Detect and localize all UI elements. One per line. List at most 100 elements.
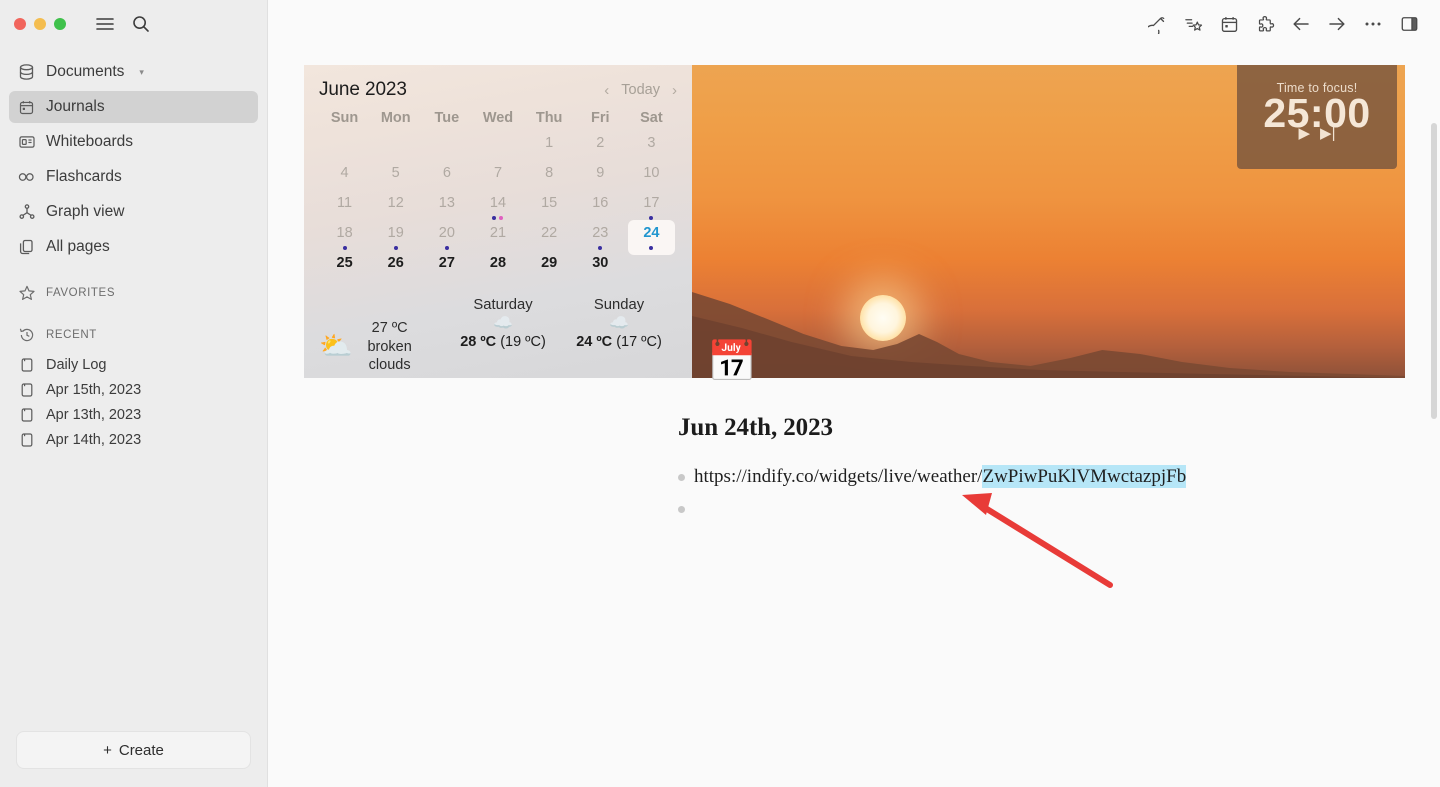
favorites-section-header[interactable]: FAVORITES	[0, 278, 267, 308]
calendar-day-cell[interactable]: 14	[472, 193, 523, 223]
recent-item-apr-14[interactable]: Apr 14th, 2023	[9, 427, 258, 452]
today-button[interactable]: Today	[621, 82, 660, 98]
prev-month-icon[interactable]: ‹	[604, 82, 609, 99]
calendar-day-number: 19	[387, 225, 404, 241]
forecast-day-label: Saturday	[473, 297, 533, 313]
forecast-high: 24 ºC	[576, 334, 613, 351]
shooting-star-icon[interactable]	[1178, 9, 1208, 39]
calendar-day-cell[interactable]: 10	[626, 163, 677, 193]
sidebar-item-journals[interactable]: Journals	[9, 91, 258, 123]
edit-pencil-icon[interactable]	[1142, 9, 1172, 39]
calendar-day-cell[interactable]: 15	[524, 193, 575, 223]
sidebar-item-all-pages[interactable]: All pages	[9, 231, 258, 263]
sidebar-item-graph-view[interactable]: Graph view	[9, 196, 258, 228]
calendar-day-cell[interactable]: 29	[524, 253, 575, 283]
sidebar-item-whiteboards[interactable]: Whiteboards	[9, 126, 258, 158]
weather-forecast-sunday: Sunday ☁️ 24 ºC (17 ºC)	[561, 297, 677, 350]
calendar-day-cell[interactable]: 21	[472, 223, 523, 253]
calendar-day-cell[interactable]: 28	[472, 253, 523, 283]
calendar-day-number: 7	[493, 165, 503, 181]
banner-photo: Time to focus! 25:00 ▶ ▶|	[692, 65, 1405, 378]
selected-text[interactable]: ZwPiwPuKlVMwctazpjFb	[982, 465, 1187, 488]
calendar-day-cell[interactable]: 2	[575, 133, 626, 163]
puzzle-piece-icon[interactable]	[1250, 9, 1280, 39]
play-icon[interactable]: ▶	[1299, 124, 1311, 142]
calendar-day-cell[interactable]: 9	[575, 163, 626, 193]
recent-item-label: Apr 14th, 2023	[46, 431, 142, 448]
pages-icon	[18, 239, 35, 256]
weather-current: ⛅ 27 ºC broken clouds	[319, 297, 445, 375]
calendar-day-number: 27	[438, 255, 455, 271]
create-button[interactable]: + Create	[16, 731, 251, 769]
calendar-day-name: Mon	[380, 110, 411, 126]
bullet-point-icon	[678, 506, 685, 513]
calendar-day-cell[interactable]: 23	[575, 223, 626, 253]
calendar-day-cell	[626, 253, 677, 283]
calendar-weather-widget[interactable]: June 2023 ‹ Today › Sun Mon Tue Wed Thu Fri Sa…	[304, 65, 692, 378]
forecast-low: (17 ºC)	[616, 334, 662, 351]
calendar-day-cell[interactable]: 25	[319, 253, 370, 283]
calendar-day-today[interactable]: 24	[626, 220, 677, 255]
calendar-day-cell[interactable]: 6	[421, 163, 472, 193]
sidebar-item-label: Documents	[46, 63, 125, 81]
infinity-icon	[18, 169, 35, 186]
calendar-day-cell[interactable]: 1	[524, 133, 575, 163]
page-icon	[18, 406, 35, 423]
skip-forward-icon[interactable]: ▶|	[1320, 124, 1335, 142]
pomodoro-timer-widget[interactable]: Time to focus! 25:00 ▶ ▶|	[1237, 65, 1397, 169]
calendar-day-number: 2	[596, 135, 605, 151]
history-icon	[18, 327, 35, 344]
calendar-day-cell[interactable]: 7	[472, 163, 523, 193]
toggle-right-sidebar-icon[interactable]	[1394, 9, 1424, 39]
close-window-button[interactable]	[14, 18, 26, 30]
sun-behind-cloud-icon: ⛅	[319, 331, 353, 362]
forecast-temp: 24 ºC (17 ºC)	[561, 334, 677, 350]
calendar-day-cell[interactable]: 22	[524, 223, 575, 253]
block-text[interactable]: https://indify.co/widgets/live/weather/Z…	[694, 464, 1187, 491]
sidebar-item-documents[interactable]: Documents ▾	[9, 56, 258, 88]
calendar-day-cell[interactable]: 26	[370, 253, 421, 283]
calendar-day-cell[interactable]: 4	[319, 163, 370, 193]
vertical-scrollbar[interactable]	[1431, 123, 1437, 419]
more-options-icon[interactable]	[1358, 9, 1388, 39]
traffic-lights[interactable]	[14, 18, 66, 30]
cloud-icon: ☁️	[609, 315, 629, 332]
calendar-day-cell[interactable]: 16	[575, 193, 626, 223]
calendar-day-cell[interactable]: 3	[626, 133, 677, 163]
calendar-day-number: 24	[643, 225, 660, 241]
calendar-day-cell[interactable]: 20	[421, 223, 472, 253]
list-item[interactable]	[678, 496, 1440, 528]
list-item[interactable]: https://indify.co/widgets/live/weather/Z…	[678, 464, 1440, 496]
mountain-ridge	[692, 292, 1405, 378]
chevron-down-icon[interactable]: ▾	[139, 67, 144, 78]
calendar-nav: ‹ Today ›	[604, 82, 677, 99]
calendar-day-cell[interactable]: 5	[370, 163, 421, 193]
window-titlebar	[0, 0, 267, 48]
calendar-day-cell[interactable]: 13	[421, 193, 472, 223]
calendar-day-number: 12	[387, 195, 404, 211]
calendar-day-cell[interactable]: 12	[370, 193, 421, 223]
maximize-window-button[interactable]	[54, 18, 66, 30]
calendar-event-dot	[444, 246, 449, 250]
hamburger-icon[interactable]	[90, 9, 120, 39]
recent-item-label: Daily Log	[46, 356, 107, 373]
calendar-day-cell[interactable]: 27	[421, 253, 472, 283]
calendar-day-cell[interactable]: 18	[319, 223, 370, 253]
calendar-day-number: 20	[438, 225, 455, 241]
sidebar-item-flashcards[interactable]: Flashcards	[9, 161, 258, 193]
recent-section-header[interactable]: RECENT	[0, 320, 267, 350]
calendar-day-cell[interactable]: 19	[370, 223, 421, 253]
calendar-day-cell[interactable]: 11	[319, 193, 370, 223]
recent-item-apr-15[interactable]: Apr 15th, 2023	[9, 377, 258, 402]
recent-item-daily-log[interactable]: Daily Log	[9, 352, 258, 377]
forward-arrow-icon[interactable]	[1322, 9, 1352, 39]
minimize-window-button[interactable]	[34, 18, 46, 30]
back-arrow-icon[interactable]	[1286, 9, 1316, 39]
calendar-icon[interactable]	[1214, 9, 1244, 39]
calendar-day-cell[interactable]: 17	[626, 193, 677, 223]
next-month-icon[interactable]: ›	[672, 82, 677, 99]
search-icon[interactable]	[126, 9, 156, 39]
recent-item-apr-13[interactable]: Apr 13th, 2023	[9, 402, 258, 427]
calendar-day-cell[interactable]: 30	[575, 253, 626, 283]
calendar-day-cell[interactable]: 8	[524, 163, 575, 193]
